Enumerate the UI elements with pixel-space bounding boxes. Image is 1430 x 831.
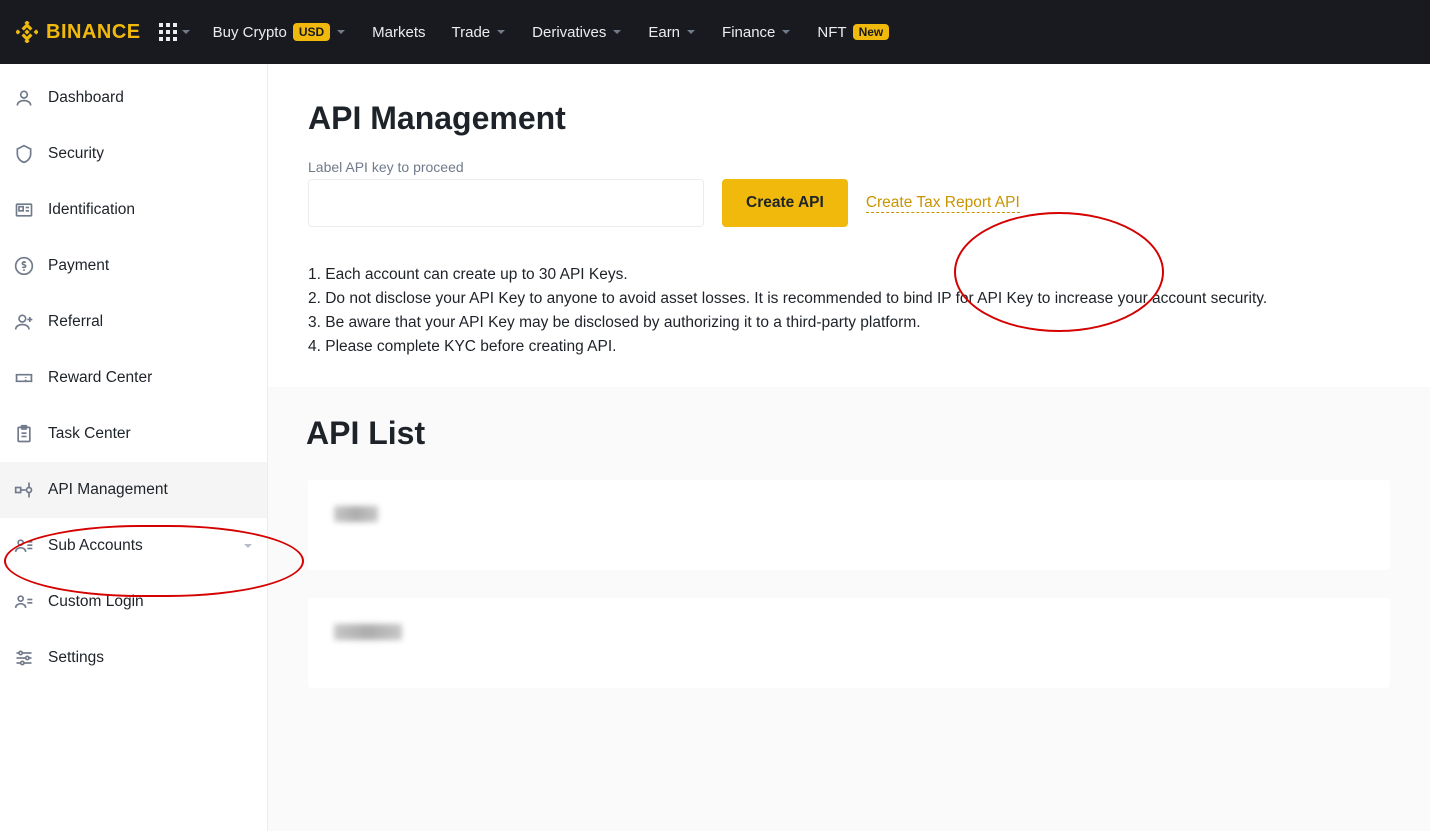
ticket-icon [14, 368, 40, 388]
sidebar: Dashboard Security Identification Paymen… [0, 64, 268, 831]
sidebar-item-label: Referral [48, 313, 253, 331]
usd-badge: USD [293, 23, 330, 41]
people-list-icon [14, 536, 40, 556]
chevron-down-icon [243, 541, 253, 551]
shield-icon [14, 144, 40, 164]
sidebar-item-api-management[interactable]: API Management [0, 462, 267, 518]
apps-grid-icon [159, 23, 177, 41]
nav-item-label: Derivatives [532, 24, 606, 41]
main-content: API Management Label API key to proceed … [268, 64, 1430, 831]
dollar-circle-icon [14, 256, 40, 276]
api-management-section: API Management Label API key to proceed … [268, 64, 1430, 387]
clipboard-icon [14, 424, 40, 444]
new-badge: New [853, 24, 890, 40]
nav-nft[interactable]: NFT New [817, 24, 889, 41]
nav-buy-crypto[interactable]: Buy Crypto USD [213, 23, 347, 41]
note-line: 1. Each account can create up to 30 API … [308, 263, 1390, 287]
api-label-hint: Label API key to proceed [308, 159, 1390, 175]
note-line: 2. Do not disclose your API Key to anyon… [308, 287, 1390, 311]
id-card-icon [14, 200, 40, 220]
sidebar-item-custom-login[interactable]: Custom Login [0, 574, 267, 630]
note-line: 3. Be aware that your API Key may be dis… [308, 311, 1390, 335]
nav-item-label: NFT [817, 24, 846, 41]
sidebar-item-identification[interactable]: Identification [0, 182, 267, 238]
nav-item-label: Finance [722, 24, 775, 41]
nav-derivatives[interactable]: Derivatives [532, 24, 622, 41]
sidebar-item-payment[interactable]: Payment [0, 238, 267, 294]
sidebar-item-reward-center[interactable]: Reward Center [0, 350, 267, 406]
sidebar-item-security[interactable]: Security [0, 126, 267, 182]
apps-grid-button[interactable] [159, 23, 191, 41]
sidebar-item-label: Payment [48, 257, 253, 275]
binance-logo-icon [16, 21, 38, 43]
sidebar-item-label: Reward Center [48, 369, 253, 387]
nav-markets[interactable]: Markets [372, 24, 425, 41]
sidebar-item-label: Settings [48, 649, 253, 667]
note-line: 4. Please complete KYC before creating A… [308, 335, 1390, 359]
sidebar-item-label: Security [48, 145, 253, 163]
sidebar-item-label: Task Center [48, 425, 253, 443]
page-title: API Management [308, 100, 1390, 137]
chevron-down-icon [181, 27, 191, 37]
sidebar-item-label: Dashboard [48, 89, 253, 107]
redacted-content [334, 506, 378, 522]
person-plus-icon [14, 312, 40, 332]
api-key-card[interactable] [308, 598, 1390, 688]
nav-item-label: Markets [372, 24, 425, 41]
primary-nav: Buy Crypto USD Markets Trade Derivatives… [213, 23, 890, 41]
chevron-down-icon [336, 27, 346, 37]
person-list-icon [14, 592, 40, 612]
nav-trade[interactable]: Trade [452, 24, 507, 41]
create-api-row: Create API Create Tax Report API [308, 179, 1390, 227]
sidebar-item-settings[interactable]: Settings [0, 630, 267, 686]
api-label-input[interactable] [308, 179, 704, 227]
brand-logo[interactable]: BINANCE [16, 21, 141, 44]
chevron-down-icon [496, 27, 506, 37]
api-key-card[interactable] [308, 480, 1390, 570]
chevron-down-icon [612, 27, 622, 37]
create-tax-report-api-link[interactable]: Create Tax Report API [866, 194, 1020, 213]
redacted-content [334, 624, 402, 640]
sidebar-item-sub-accounts[interactable]: Sub Accounts [0, 518, 267, 574]
person-icon [14, 88, 40, 108]
nav-finance[interactable]: Finance [722, 24, 791, 41]
sliders-icon [14, 648, 40, 668]
nav-item-label: Buy Crypto [213, 24, 287, 41]
chevron-down-icon [781, 27, 791, 37]
chevron-down-icon [686, 27, 696, 37]
sidebar-item-referral[interactable]: Referral [0, 294, 267, 350]
sidebar-item-task-center[interactable]: Task Center [0, 406, 267, 462]
nav-earn[interactable]: Earn [648, 24, 696, 41]
sidebar-item-dashboard[interactable]: Dashboard [0, 70, 267, 126]
nav-item-label: Earn [648, 24, 680, 41]
api-notes: 1. Each account can create up to 30 API … [308, 263, 1390, 359]
sidebar-item-label: Sub Accounts [48, 537, 243, 555]
api-list-title: API List [306, 415, 1390, 452]
body-container: Dashboard Security Identification Paymen… [0, 64, 1430, 831]
sidebar-item-label: Identification [48, 201, 253, 219]
create-api-button[interactable]: Create API [722, 179, 848, 227]
brand-name: BINANCE [46, 21, 141, 44]
sidebar-item-label: API Management [48, 481, 253, 499]
sidebar-item-label: Custom Login [48, 593, 253, 611]
api-list-section: API List [268, 387, 1430, 831]
api-icon [14, 480, 40, 500]
top-navbar: BINANCE Buy Crypto USD Markets Trade Der… [0, 0, 1430, 64]
nav-item-label: Trade [452, 24, 491, 41]
